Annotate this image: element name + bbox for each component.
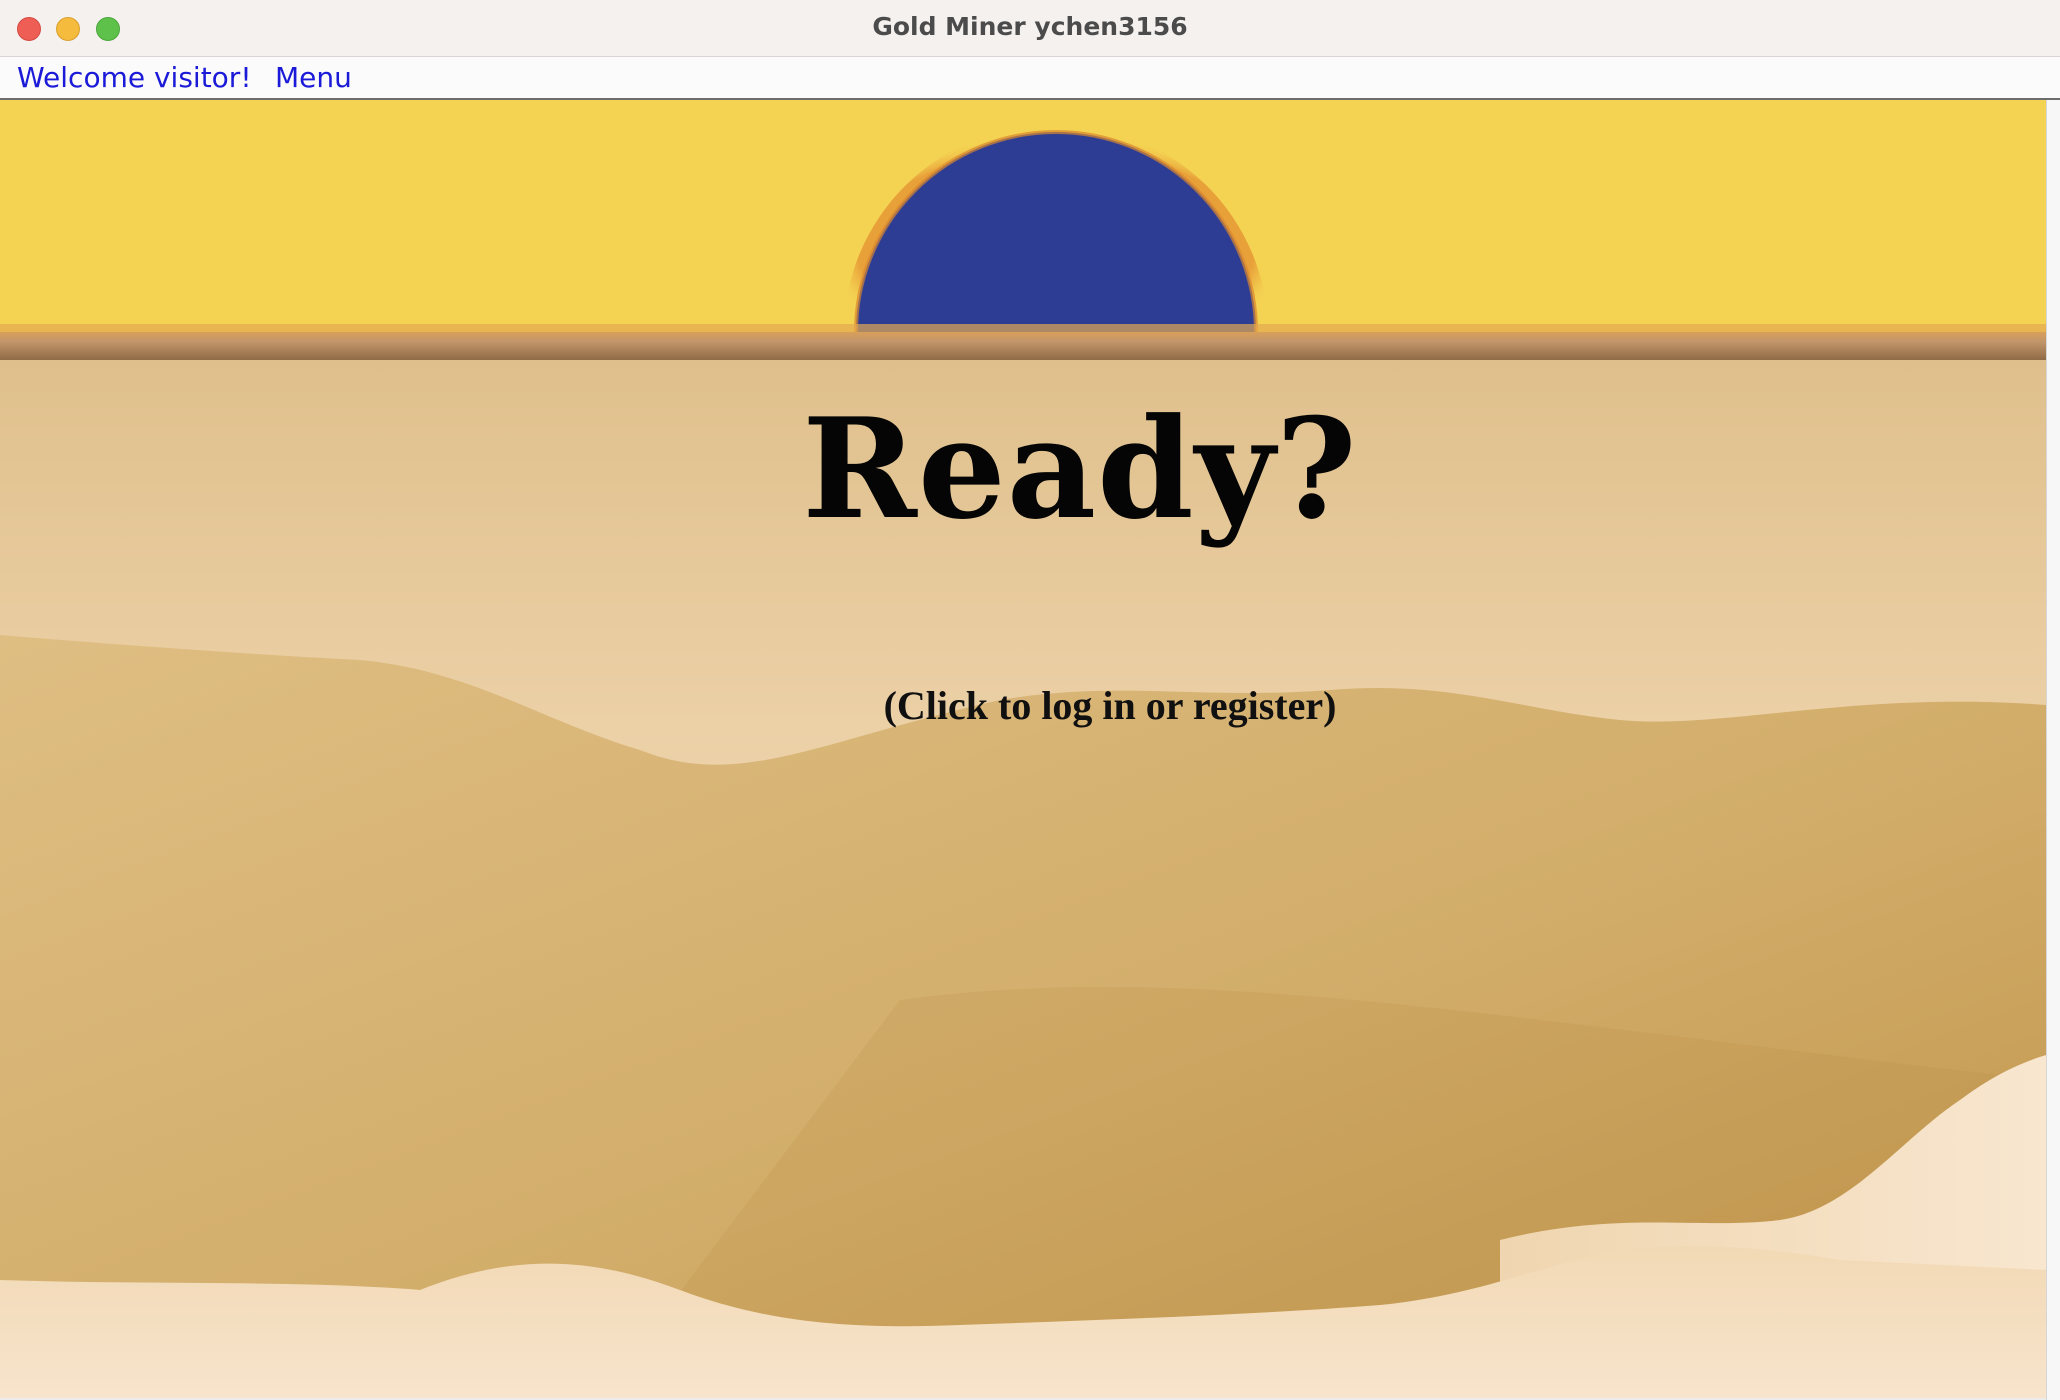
app-window: Gold Miner ychen3156 Welcome visitor! Me… (0, 0, 2060, 1400)
menu-welcome-visitor[interactable]: Welcome visitor! (17, 57, 252, 98)
ready-heading: Ready? (802, 387, 1358, 550)
title-bar: Gold Miner ychen3156 (0, 0, 2060, 57)
login-register-hint: (Click to log in or register) (883, 683, 1337, 728)
desert-background (0, 100, 2046, 1398)
menu-bar: Welcome visitor! Menu (0, 57, 2060, 100)
window-title: Gold Miner ychen3156 (872, 12, 1188, 41)
menu-menu[interactable]: Menu (275, 57, 352, 98)
horizon-band (0, 332, 2046, 360)
window-edge (2046, 100, 2060, 1400)
start-screen-canvas[interactable]: Ready? (Click to log in or register) (0, 100, 2046, 1398)
